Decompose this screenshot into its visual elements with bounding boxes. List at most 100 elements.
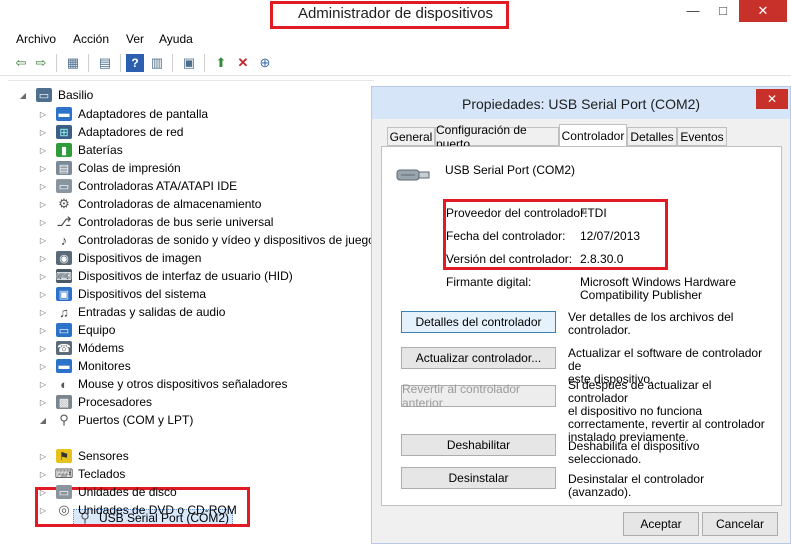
rollback-driver-desc: Si después de actualizar el controlador … <box>568 379 768 444</box>
back-icon[interactable]: ⇦ <box>12 54 30 72</box>
disable-device-button[interactable]: Deshabilitar <box>401 434 556 456</box>
tree-item[interactable]: ▷ ☎ Módems <box>38 339 124 357</box>
tree-item[interactable]: ▷ ▮ Baterías <box>38 141 123 159</box>
expand-arrow-icon[interactable]: ▷ <box>38 254 48 263</box>
expand-arrow-icon[interactable]: ▷ <box>38 146 48 155</box>
expand-arrow-icon[interactable]: ▷ <box>38 488 48 497</box>
close-button[interactable]: ✕ <box>739 0 787 22</box>
signer-value-line1: Microsoft Windows Hardware <box>580 275 737 289</box>
toolbar-separator <box>120 54 121 72</box>
properties-icon[interactable]: ▤ <box>96 54 114 72</box>
signer-value-line2: Compatibility Publisher <box>580 288 703 302</box>
tree-item[interactable]: ▷ ▤ Colas de impresión <box>38 159 181 177</box>
monitor-icon: ▬ <box>56 359 72 373</box>
tree-item[interactable]: ◢ ⚲ Puertos (COM y LPT) <box>38 411 193 429</box>
expand-arrow-icon[interactable]: ▷ <box>38 272 48 281</box>
tree-item-label: Unidades de DVD o CD-ROM <box>78 503 237 517</box>
tree-item[interactable]: ▷ ▭ Unidades de disco <box>38 483 177 501</box>
tree-item[interactable]: ▷ ▭ Controladoras ATA/ATAPI IDE <box>38 177 237 195</box>
tree-item[interactable]: ▷ ◎ Unidades de DVD o CD-ROM <box>38 501 237 519</box>
network-adapter-icon: ⊞ <box>56 125 72 139</box>
menu-ver[interactable]: Ver <box>126 32 144 46</box>
tree-item[interactable]: ▷ ▩ Procesadores <box>38 393 152 411</box>
tab-port-settings[interactable]: Configuración de puerto <box>435 123 559 151</box>
expand-arrow-icon[interactable]: ▷ <box>38 218 48 227</box>
tab-general[interactable]: General <box>387 127 435 146</box>
update-driver-button[interactable]: Actualizar controlador... <box>401 347 556 369</box>
tree-item[interactable]: ▷ ⌨ Dispositivos de interfaz de usuario … <box>38 267 293 285</box>
collapse-arrow-icon[interactable]: ◢ <box>38 416 48 425</box>
tree-item-label: Dispositivos de interfaz de usuario (HID… <box>78 269 293 283</box>
cancel-button[interactable]: Cancelar <box>702 512 778 536</box>
processor-icon: ▩ <box>56 395 72 409</box>
tree-item[interactable]: ▷ ▬ Adaptadores de pantalla <box>38 105 208 123</box>
expand-arrow-icon[interactable]: ▷ <box>38 452 48 461</box>
menu-ayuda[interactable]: Ayuda <box>159 32 193 46</box>
tree-item[interactable]: ▷ ⊞ Adaptadores de red <box>38 123 183 141</box>
view-icon[interactable]: ▥ <box>148 54 166 72</box>
expand-arrow-icon[interactable]: ▷ <box>38 290 48 299</box>
dialog-close-button[interactable]: ✕ <box>756 89 788 109</box>
enable-device-icon[interactable]: ⊕ <box>256 54 274 72</box>
tree-item-label: Baterías <box>78 143 123 157</box>
desc-line: Si después de actualizar el controlador <box>568 378 712 405</box>
tree-item[interactable]: ▷ ♫ Entradas y salidas de audio <box>38 303 226 321</box>
tree-item[interactable]: ▷ ⌨ Teclados <box>38 465 125 483</box>
expand-arrow-icon[interactable]: ▷ <box>38 506 48 515</box>
expand-arrow-icon[interactable]: ▷ <box>38 470 48 479</box>
expand-arrow-icon[interactable]: ▷ <box>38 200 48 209</box>
tab-details[interactable]: Detalles <box>627 127 677 146</box>
tree-item[interactable]: ▷ ♪ Controladoras de sonido y vídeo y di… <box>38 231 375 249</box>
show-tree-icon[interactable]: ▦ <box>64 54 82 72</box>
uninstall-driver-button[interactable]: Desinstalar <box>401 467 556 489</box>
tree-item-label: Adaptadores de red <box>78 125 184 139</box>
ide-controller-icon: ▭ <box>56 179 72 193</box>
uninstall-icon[interactable]: ✕ <box>234 54 252 72</box>
tree-item[interactable]: ▷ ⚑ Sensores <box>38 447 129 465</box>
desc-line: Desinstalar el controlador (avanzado). <box>568 472 705 499</box>
tree-item[interactable]: ▷ ▬ Monitores <box>38 357 131 375</box>
scan-hardware-icon[interactable]: ▣ <box>180 54 198 72</box>
driver-details-button[interactable]: Detalles del controlador <box>401 311 556 333</box>
tree-root[interactable]: ◢ ▭ Basilio <box>18 87 93 103</box>
help-icon[interactable]: ? <box>126 54 144 72</box>
title-highlight-box <box>270 1 509 29</box>
tree-item[interactable]: ▷ ⎇ Controladoras de bus serie universal <box>38 213 274 231</box>
tree-item[interactable]: ▷ ⚙ Controladoras de almacenamiento <box>38 195 262 213</box>
tree-item[interactable]: ▷ ◐ Mouse y otros dispositivos señalador… <box>38 375 288 393</box>
expand-arrow-icon[interactable]: ▷ <box>38 110 48 119</box>
expand-arrow-icon[interactable]: ▷ <box>38 236 48 245</box>
rollback-driver-button[interactable]: Revertir al controlador anterior <box>401 382 556 410</box>
tab-events[interactable]: Eventos <box>677 127 727 146</box>
collapse-arrow-icon[interactable]: ◢ <box>18 91 28 100</box>
forward-icon[interactable]: ⇨ <box>32 54 50 72</box>
minimize-button[interactable]: — <box>679 0 707 22</box>
menu-archivo[interactable]: Archivo <box>16 32 56 46</box>
expand-arrow-icon[interactable]: ▷ <box>38 362 48 371</box>
expand-arrow-icon[interactable]: ▷ <box>38 326 48 335</box>
menu-accion[interactable]: Acción <box>73 32 109 46</box>
expand-arrow-icon[interactable]: ▷ <box>38 344 48 353</box>
tree-item-label: Controladoras de sonido y vídeo y dispos… <box>78 233 375 247</box>
expand-arrow-icon[interactable]: ▷ <box>38 308 48 317</box>
desc-line: controlador. <box>568 323 631 337</box>
sensor-icon: ⚑ <box>56 449 72 463</box>
desc-line: Deshabilita el dispositivo seleccionado. <box>568 439 700 466</box>
update-driver-icon[interactable]: ⬆ <box>212 54 230 72</box>
tree-item[interactable]: ▷ ▣ Dispositivos del sistema <box>38 285 206 303</box>
expand-arrow-icon[interactable]: ▷ <box>38 380 48 389</box>
ok-button[interactable]: Aceptar <box>623 512 699 536</box>
expand-arrow-icon[interactable]: ▷ <box>38 182 48 191</box>
date-label: Fecha del controlador: <box>446 229 566 243</box>
device-tree: ◢ ▭ Basilio ▷ ▬ Adaptadores de pantalla … <box>8 80 375 527</box>
expand-arrow-icon[interactable]: ▷ <box>38 164 48 173</box>
tree-item[interactable]: ▷ ▭ Equipo <box>38 321 115 339</box>
tab-driver[interactable]: Controlador <box>559 124 627 147</box>
uninstall-driver-desc: Desinstalar el controlador (avanzado). <box>568 473 768 499</box>
expand-arrow-icon[interactable]: ▷ <box>38 398 48 407</box>
system-device-icon: ▣ <box>56 287 72 301</box>
tree-item-label: Sensores <box>78 449 129 463</box>
maximize-button[interactable]: □ <box>709 0 737 22</box>
expand-arrow-icon[interactable]: ▷ <box>38 128 48 137</box>
tree-item[interactable]: ▷ ◉ Dispositivos de imagen <box>38 249 201 267</box>
